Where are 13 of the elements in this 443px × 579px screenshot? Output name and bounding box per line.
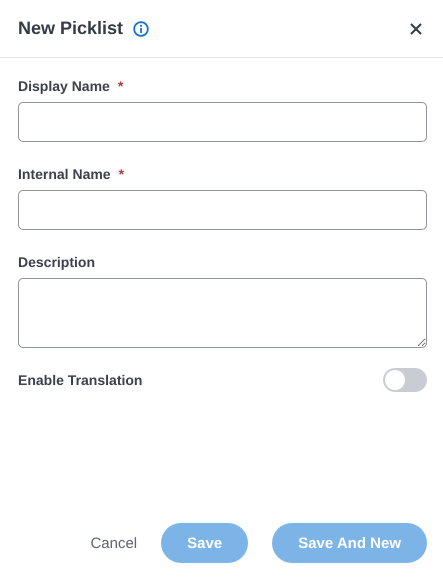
field-label: Display Name [18,78,110,94]
required-mark: * [118,166,124,182]
field-label: Internal Name [18,166,111,182]
required-mark: * [118,78,124,94]
dialog-title: New Picklist [18,18,124,39]
cancel-button[interactable]: Cancel [90,523,138,563]
info-icon[interactable] [133,20,150,36]
toggle-label: Enable Translation [18,372,142,388]
input-field[interactable] [18,102,427,142]
toggle-switch[interactable] [383,368,427,392]
field-label: Description [18,254,96,270]
description-field[interactable] [18,278,427,348]
input-field[interactable] [18,190,427,230]
